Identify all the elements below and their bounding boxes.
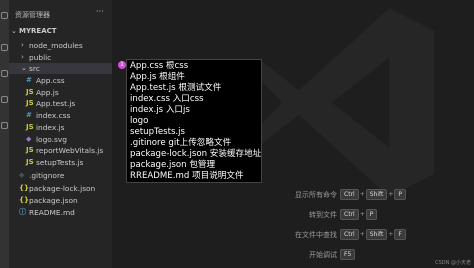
file-item[interactable]: ◆ logo.svg [9, 134, 112, 145]
item-label: App.test.js [36, 99, 76, 108]
js-file-icon: JS [26, 123, 34, 131]
more-actions-icon[interactable]: ··· [96, 7, 104, 16]
shortcut-label: 显示所有命令 [295, 191, 337, 199]
watermark-credit: CSDN @小天老 [435, 260, 471, 266]
file-item[interactable]: {} package-lock.json [9, 183, 112, 194]
shortcut-keys: F5 [340, 249, 356, 260]
file-item[interactable]: # index.css [9, 110, 112, 121]
chevron-right-icon: › [21, 53, 24, 61]
file-item[interactable]: ◆ .gitignore [9, 170, 112, 181]
keycap: P [394, 189, 407, 200]
shortcut-label: 在文件中查找 [295, 231, 337, 239]
plus-separator: + [359, 191, 365, 198]
file-item[interactable]: {} package.json [9, 195, 112, 206]
json-file-icon: {} [19, 196, 29, 204]
shortcut-keys: Ctrl + Shift + P [340, 189, 407, 200]
shortcut-keys: Ctrl + P [340, 209, 378, 220]
file-item[interactable]: ⓘ README.md [9, 207, 112, 218]
item-label: index.css [36, 111, 71, 120]
chevron-right-icon: › [21, 41, 24, 49]
file-item[interactable]: JS App.js [9, 87, 112, 98]
file-item[interactable]: JS reportWebVitals.js [9, 145, 112, 156]
item-label: README.md [29, 208, 75, 217]
run-debug-icon[interactable] [1, 96, 8, 103]
js-file-icon: JS [26, 146, 34, 154]
keycap: Ctrl [340, 189, 359, 200]
keycap: Ctrl [340, 209, 359, 220]
callout-line: logo [130, 116, 149, 126]
keycap: F5 [340, 249, 356, 260]
file-item[interactable]: JS setupTests.js [9, 157, 112, 168]
chevron-down-icon: ⌄ [11, 27, 17, 35]
keycap: F [394, 229, 406, 240]
plus-separator: + [388, 191, 394, 198]
keycap: Ctrl [340, 229, 359, 240]
callout-line: App.css 根css [130, 61, 189, 71]
callout-line: index.js 入口js [130, 105, 190, 115]
keycap: Shift [365, 189, 388, 200]
explorer-sidebar: 资源管理器 ··· ⌄ MYREACT › node_modules › public… [9, 0, 112, 268]
callout-line: .gitinore git上传忽略文件 [130, 138, 232, 148]
shortcut-hint: 转到文件 Ctrl + P [280, 209, 470, 223]
project-name: MYREACT [19, 27, 57, 35]
item-label: reportWebVitals.js [36, 146, 104, 155]
folder-item[interactable]: › public [9, 52, 112, 63]
js-file-icon: JS [26, 99, 34, 107]
search-icon[interactable] [1, 44, 8, 51]
keycap: Shift [365, 229, 388, 240]
explorer-icon[interactable] [1, 12, 8, 19]
item-label: index.js [36, 123, 65, 132]
folder-item[interactable]: ⌄ src [9, 63, 112, 74]
callout-line: RREADME.md 项目说明文件 [130, 171, 244, 181]
item-label: App.css [36, 76, 65, 85]
file-item[interactable]: JS index.js [9, 122, 112, 133]
callout-line: setupTests.js [130, 127, 186, 137]
item-label: setupTests.js [36, 158, 84, 167]
vscode-logo-watermark [245, 8, 435, 197]
css-file-icon: # [26, 76, 32, 84]
extensions-icon[interactable] [1, 122, 8, 129]
callout-line: App.js 根组件 [130, 72, 185, 82]
item-label: public [29, 53, 52, 62]
item-label: src [29, 64, 40, 73]
item-label: .gitignore [29, 171, 65, 180]
callout-line: package.json 包管理 [130, 160, 216, 170]
explorer-title: 资源管理器 [15, 11, 50, 19]
project-header[interactable]: ⌄ MYREACT [9, 26, 112, 37]
svg-file-icon: ◆ [26, 135, 32, 143]
activity-bar [0, 0, 9, 268]
json-file-icon: {} [19, 184, 29, 192]
css-file-icon: # [26, 111, 32, 119]
item-label: package-lock.json [29, 184, 96, 193]
item-label: package.json [29, 196, 78, 205]
callout-line: index.css 入口css [130, 94, 204, 104]
js-file-icon: JS [26, 88, 34, 96]
shortcut-label: 开始调试 [309, 251, 337, 259]
git-file-icon: ◆ [19, 171, 25, 179]
item-label: node_modules [29, 41, 83, 50]
plus-separator: + [359, 211, 365, 218]
js-file-icon: JS [26, 158, 34, 166]
keycap: P [365, 209, 378, 220]
annotation-badge: 1 [118, 61, 126, 69]
shortcut-hint: 在文件中查找 Ctrl + Shift + F [280, 229, 470, 243]
plus-separator: + [359, 231, 365, 238]
callout-line: package-lock.json 安装缓存地址 [130, 149, 262, 159]
file-item[interactable]: JS App.test.js [9, 98, 112, 109]
source-control-icon[interactable] [1, 70, 8, 77]
shortcut-label: 转到文件 [309, 211, 337, 219]
md-file-icon: ⓘ [19, 208, 26, 216]
plus-separator: + [388, 231, 394, 238]
folder-item[interactable]: › node_modules [9, 40, 112, 51]
item-label: App.js [36, 88, 59, 97]
item-label: logo.svg [36, 135, 67, 144]
file-item[interactable]: # App.css [9, 75, 112, 86]
callout-line: App.test.js 根测试文件 [130, 83, 222, 93]
chevron-down-icon: ⌄ [21, 64, 27, 72]
shortcut-hint: 显示所有命令 Ctrl + Shift + P [280, 189, 470, 203]
shortcut-keys: Ctrl + Shift + F [340, 229, 406, 240]
annotation-callout: 1 App.css 根css App.js 根组件 App.test.js 根测试文… [118, 59, 262, 183]
